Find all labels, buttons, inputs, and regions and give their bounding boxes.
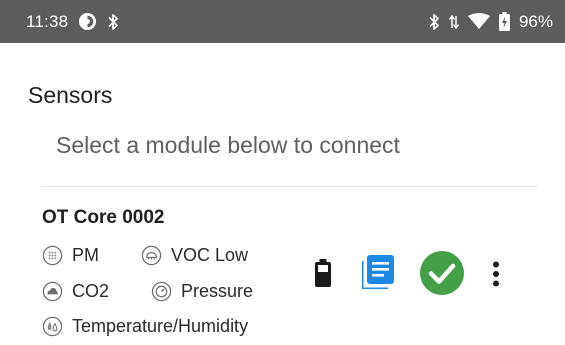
sensor-pm: PM xyxy=(42,245,99,266)
log-icon[interactable] xyxy=(362,255,394,289)
page-title: Sensors xyxy=(28,82,113,108)
status-bar: 11:38 96% xyxy=(0,0,565,43)
bluetooth-icon xyxy=(428,13,440,31)
gauge-icon xyxy=(151,281,172,302)
sensor-co2: CO2 xyxy=(42,281,109,302)
bluetooth-icon xyxy=(107,13,119,31)
sensor-label: Pressure xyxy=(181,281,254,301)
sensor-label: VOC Low xyxy=(171,245,249,265)
sensor-label: CO2 xyxy=(72,281,110,301)
status-bar-left: 11:38 xyxy=(26,12,129,32)
cloud-icon xyxy=(42,281,63,302)
battery-icon xyxy=(498,12,510,31)
sensor-temperature-humidity: Temperature/Humidity xyxy=(42,316,248,337)
pm-icon xyxy=(42,245,63,266)
device-name[interactable]: OT Core 0002 xyxy=(42,207,165,229)
divider xyxy=(42,186,538,187)
drops-icon xyxy=(42,316,63,337)
voc-icon xyxy=(141,245,162,266)
data-arrows-icon xyxy=(448,13,459,31)
battery-percent: 96% xyxy=(518,11,553,31)
sensor-voc: VOC Low xyxy=(141,245,248,266)
status-bar-right: 96% xyxy=(428,12,553,32)
sensor-label: Temperature/Humidity xyxy=(72,316,249,336)
connected-check-icon[interactable] xyxy=(420,251,464,295)
sensor-label: PM xyxy=(72,245,99,265)
battery-icon xyxy=(314,259,332,287)
page-subtitle: Select a module below to connect xyxy=(56,132,400,158)
status-time: 11:38 xyxy=(26,11,69,31)
wifi-icon xyxy=(467,13,490,30)
sensor-pressure: Pressure xyxy=(151,281,253,302)
more-vert-icon[interactable] xyxy=(492,261,500,287)
circle-status-icon xyxy=(78,12,97,31)
